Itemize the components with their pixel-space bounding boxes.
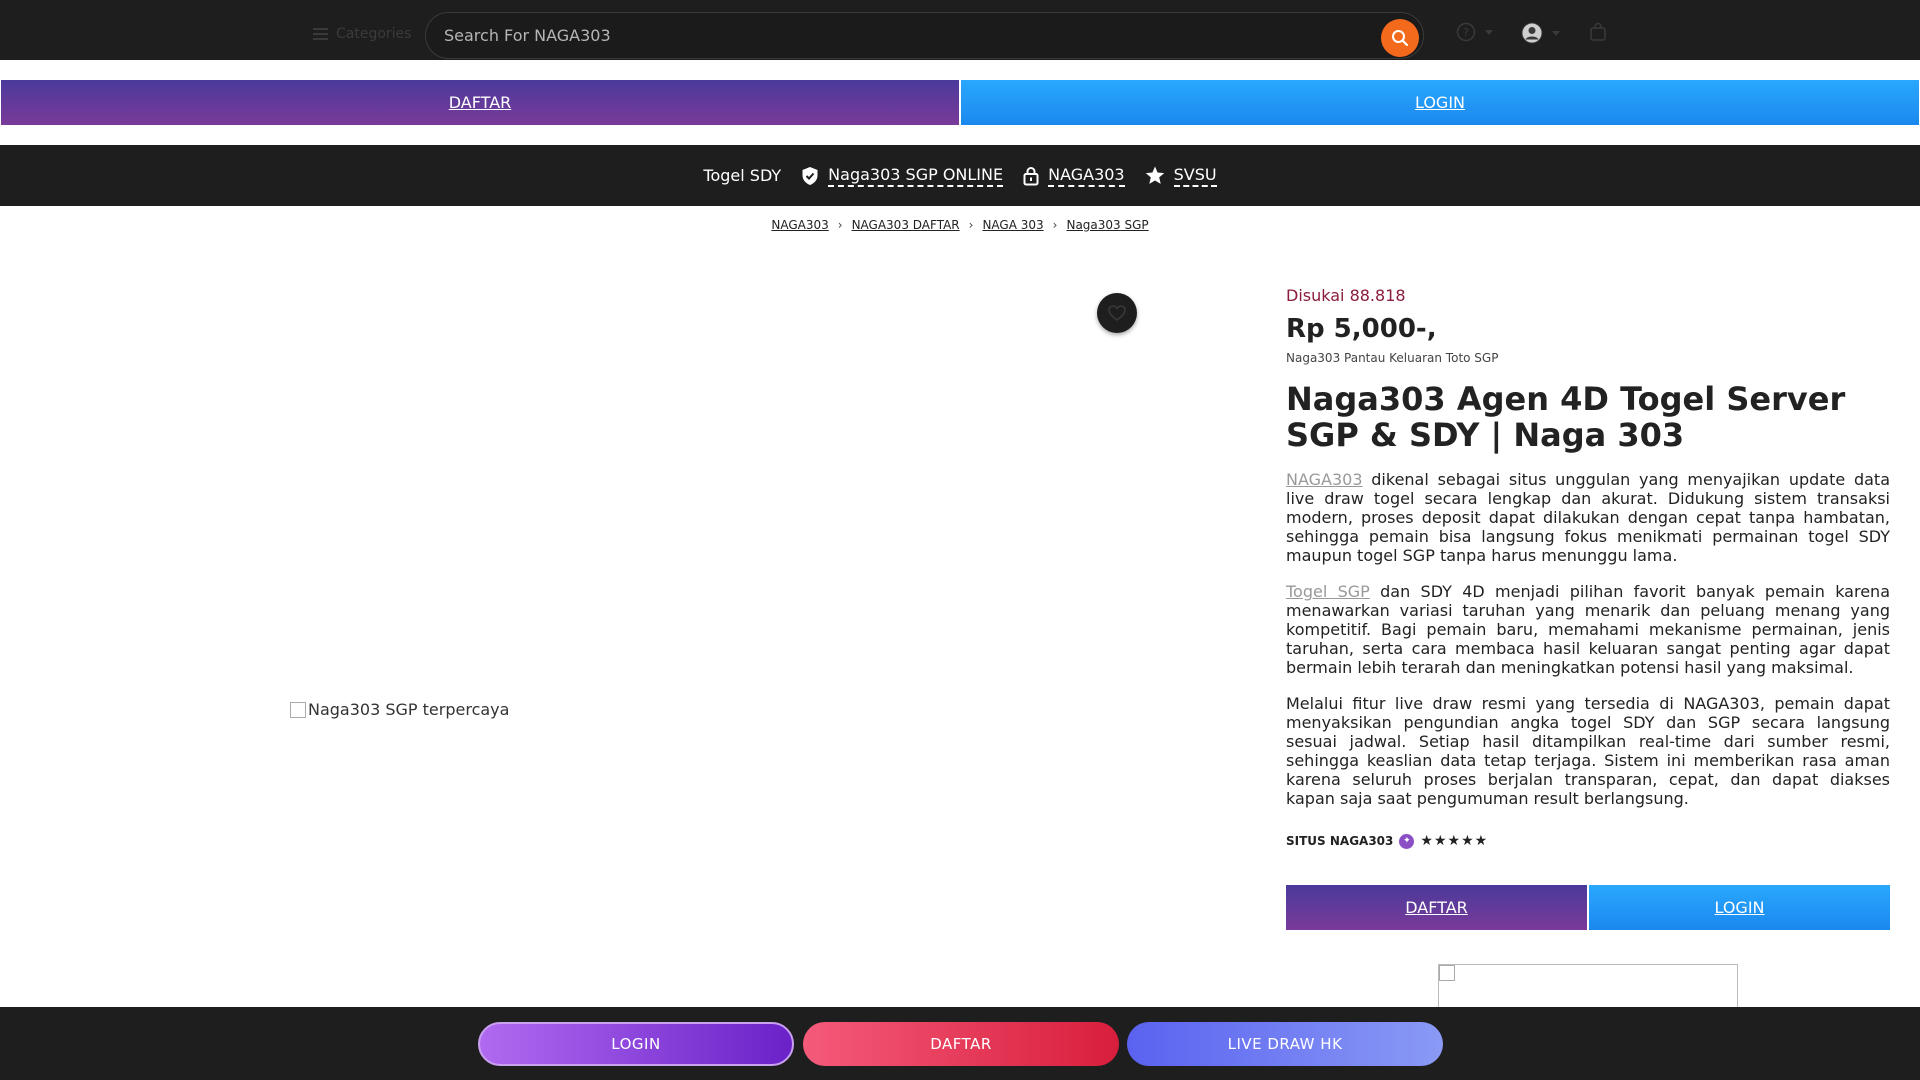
help-menu[interactable]: ?: [1456, 22, 1493, 42]
star-icon: ★: [1461, 833, 1474, 849]
action-buttons: DAFTAR LOGIN: [1286, 885, 1890, 930]
verified-badge-icon: ✦: [1399, 833, 1415, 849]
search-icon: [1392, 30, 1409, 47]
broken-image-icon: [290, 701, 306, 718]
breadcrumb-link[interactable]: NAGA 303: [982, 218, 1043, 232]
star-icon: [1145, 166, 1164, 184]
star-icon: ★: [1474, 833, 1488, 849]
bottom-daftar-button[interactable]: DAFTAR: [803, 1022, 1119, 1066]
search-bar: [425, 12, 1424, 59]
chevron-right-icon: ›: [968, 218, 974, 232]
price: Rp 5,000-,: [1286, 314, 1437, 344]
nav-item-togel-sdy[interactable]: Togel SDY: [703, 166, 781, 185]
shield-check-icon: [802, 166, 818, 185]
chevron-right-icon: ›: [837, 218, 843, 232]
nav-item-label: NAGA303: [1048, 165, 1125, 187]
star-icon: ★: [1420, 833, 1433, 849]
daftar-button[interactable]: DAFTAR: [1, 80, 959, 125]
paragraph-text: dan SDY 4D menjadi pilihan favorit banya…: [1286, 582, 1891, 677]
store-name: SITUS NAGA303: [1286, 834, 1394, 848]
bottom-login-button[interactable]: LOGIN: [478, 1022, 794, 1066]
breadcrumb-link[interactable]: Naga303 SGP: [1066, 218, 1148, 232]
product-info: Disukai 88.818 Rp 5,000-, Naga303 Pantau…: [1286, 286, 1890, 930]
login-button[interactable]: LOGIN: [961, 80, 1919, 125]
svg-text:?: ?: [1463, 26, 1469, 39]
star-icon: ★: [1447, 833, 1461, 849]
nav-item-label: SVSU: [1173, 165, 1217, 187]
breadcrumb-link[interactable]: NAGA303 DAFTAR: [852, 218, 960, 232]
nav-item-naga303[interactable]: NAGA303: [1023, 165, 1125, 187]
daftar-button[interactable]: DAFTAR: [1286, 885, 1587, 930]
help-icon: ?: [1456, 22, 1476, 42]
search-input[interactable]: [444, 13, 1344, 58]
nav-item-svsu[interactable]: SVSU: [1145, 165, 1217, 187]
breadcrumb-link[interactable]: NAGA303: [771, 218, 828, 232]
description-paragraph: Melalui fitur live draw resmi yang terse…: [1286, 694, 1890, 808]
chevron-down-icon: [1485, 29, 1493, 35]
star-icon: ★: [1433, 833, 1447, 849]
nav-strip: Togel SDY Naga303 SGP ONLINE NAGA303 SVS…: [0, 145, 1920, 206]
naga303-link[interactable]: NAGA303: [1286, 470, 1363, 489]
favorite-button[interactable]: [1097, 293, 1137, 333]
description-paragraph: Togel SGP dan SDY 4D menjadi pilihan fav…: [1286, 582, 1890, 677]
product-title: Naga303 Agen 4D Togel Server SGP & SDY |…: [1286, 380, 1846, 454]
lock-icon: [1023, 166, 1039, 185]
search-button[interactable]: [1381, 19, 1419, 57]
paragraph-text: dikenal sebagai situs unggulan yang meny…: [1286, 470, 1890, 565]
product-image-alt: Naga303 SGP terpercaya: [308, 700, 510, 719]
top-bar: Categories ?: [0, 0, 1920, 60]
user-menu[interactable]: [1521, 22, 1560, 44]
chevron-right-icon: ›: [1052, 218, 1058, 232]
product-image: Naga303 SGP terpercaya: [290, 700, 509, 719]
likes-count: Disukai 88.818: [1286, 286, 1406, 305]
rating-stars: ★ ★ ★ ★ ★: [1420, 833, 1487, 849]
product-subtitle: Naga303 Pantau Keluaran Toto SGP: [1286, 351, 1499, 365]
store-rating: SITUS NAGA303 ✦ ★ ★ ★ ★ ★: [1286, 833, 1890, 849]
bottom-bar: LOGIN DAFTAR LIVE DRAW HK: [0, 1007, 1920, 1080]
login-button[interactable]: LOGIN: [1589, 885, 1890, 930]
menu-icon: [313, 28, 328, 40]
user-icon: [1521, 22, 1543, 44]
heart-icon: [1108, 305, 1126, 321]
nav-item-naga303-sgp-online[interactable]: Naga303 SGP ONLINE: [801, 165, 1004, 187]
broken-image-icon: [1439, 965, 1455, 981]
description-paragraph: NAGA303 dikenal sebagai situs unggulan y…: [1286, 470, 1890, 565]
nav-item-label: Naga303 SGP ONLINE: [828, 165, 1004, 187]
togel-sgp-link[interactable]: Togel SGP: [1286, 582, 1370, 601]
breadcrumb: NAGA303 › NAGA303 DAFTAR › NAGA 303 › Na…: [0, 218, 1920, 232]
cart-button[interactable]: [1588, 22, 1608, 42]
categories-label: Categories: [336, 26, 412, 42]
categories-menu[interactable]: Categories: [313, 26, 411, 42]
chevron-down-icon: [1552, 30, 1560, 36]
nav-item-label: Togel SDY: [703, 166, 782, 185]
bag-icon: [1590, 22, 1606, 41]
live-draw-hk-button[interactable]: LIVE DRAW HK: [1127, 1022, 1443, 1066]
